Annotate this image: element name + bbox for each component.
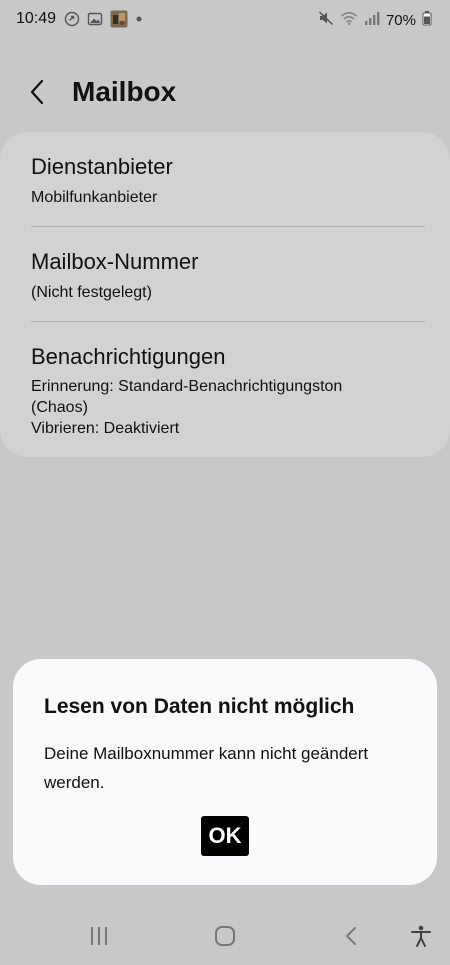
ok-button[interactable]: OK [201,816,249,856]
setting-notifications[interactable]: Benachrichtigungen Erinnerung: Standard-… [0,322,450,457]
setting-title: Mailbox-Nummer [31,249,199,274]
setting-value-line: Erinnerung: Standard-Benachrichtigungsto… [31,378,343,395]
setting-value: Mobilfunkanbieter [31,189,158,206]
nav-bar [0,905,450,965]
status-left-icons [64,10,150,33]
error-dialog: Lesen von Daten nicht möglich Deine Mail… [13,659,437,885]
setting-title: Dienstanbieter [31,154,173,179]
setting-value-line: Vibrieren: Deaktiviert [31,420,180,437]
status-time: 10:49 [16,10,57,27]
battery-percent: 70% [385,12,416,29]
home-button[interactable] [210,921,240,951]
dialog-title: Lesen von Daten nicht möglich [44,695,355,718]
setting-title: Benachrichtigungen [31,344,226,369]
setting-service-provider[interactable]: Dienstanbieter Mobilfunkanbieter [0,132,450,227]
setting-value-line: (Chaos) [31,399,88,416]
wifi-icon [340,10,358,31]
signal-icon [364,10,380,31]
setting-value: (Nicht festgelegt) [31,284,152,301]
dialog-message: Deine Mailboxnummer kann nicht geändert … [44,744,369,792]
nav-back-button[interactable] [337,921,367,951]
app-header: Mailbox [0,58,450,128]
status-right-icons: 70% [312,10,432,31]
call-forwarding-icon [64,11,80,32]
app-thumbnail-icon [110,10,128,33]
mute-icon [318,10,334,31]
battery-icon [422,10,432,31]
accessibility-button[interactable] [406,921,436,951]
status-bar: 10:49 70% [0,0,450,38]
setting-mailbox-number[interactable]: Mailbox-Nummer (Nicht festgelegt) [0,227,450,322]
back-arrow-icon [30,79,44,105]
recent-apps-icon [91,927,107,945]
recent-apps-button[interactable] [84,921,114,951]
home-icon [215,926,235,946]
notification-dot-icon [135,11,143,32]
gallery-icon [87,11,103,32]
settings-card: Dienstanbieter Mobilfunkanbieter Mailbox… [0,132,450,457]
accessibility-icon [411,925,431,947]
back-icon [346,927,356,945]
back-button[interactable] [20,74,56,110]
page-title: Mailbox [72,76,177,107]
